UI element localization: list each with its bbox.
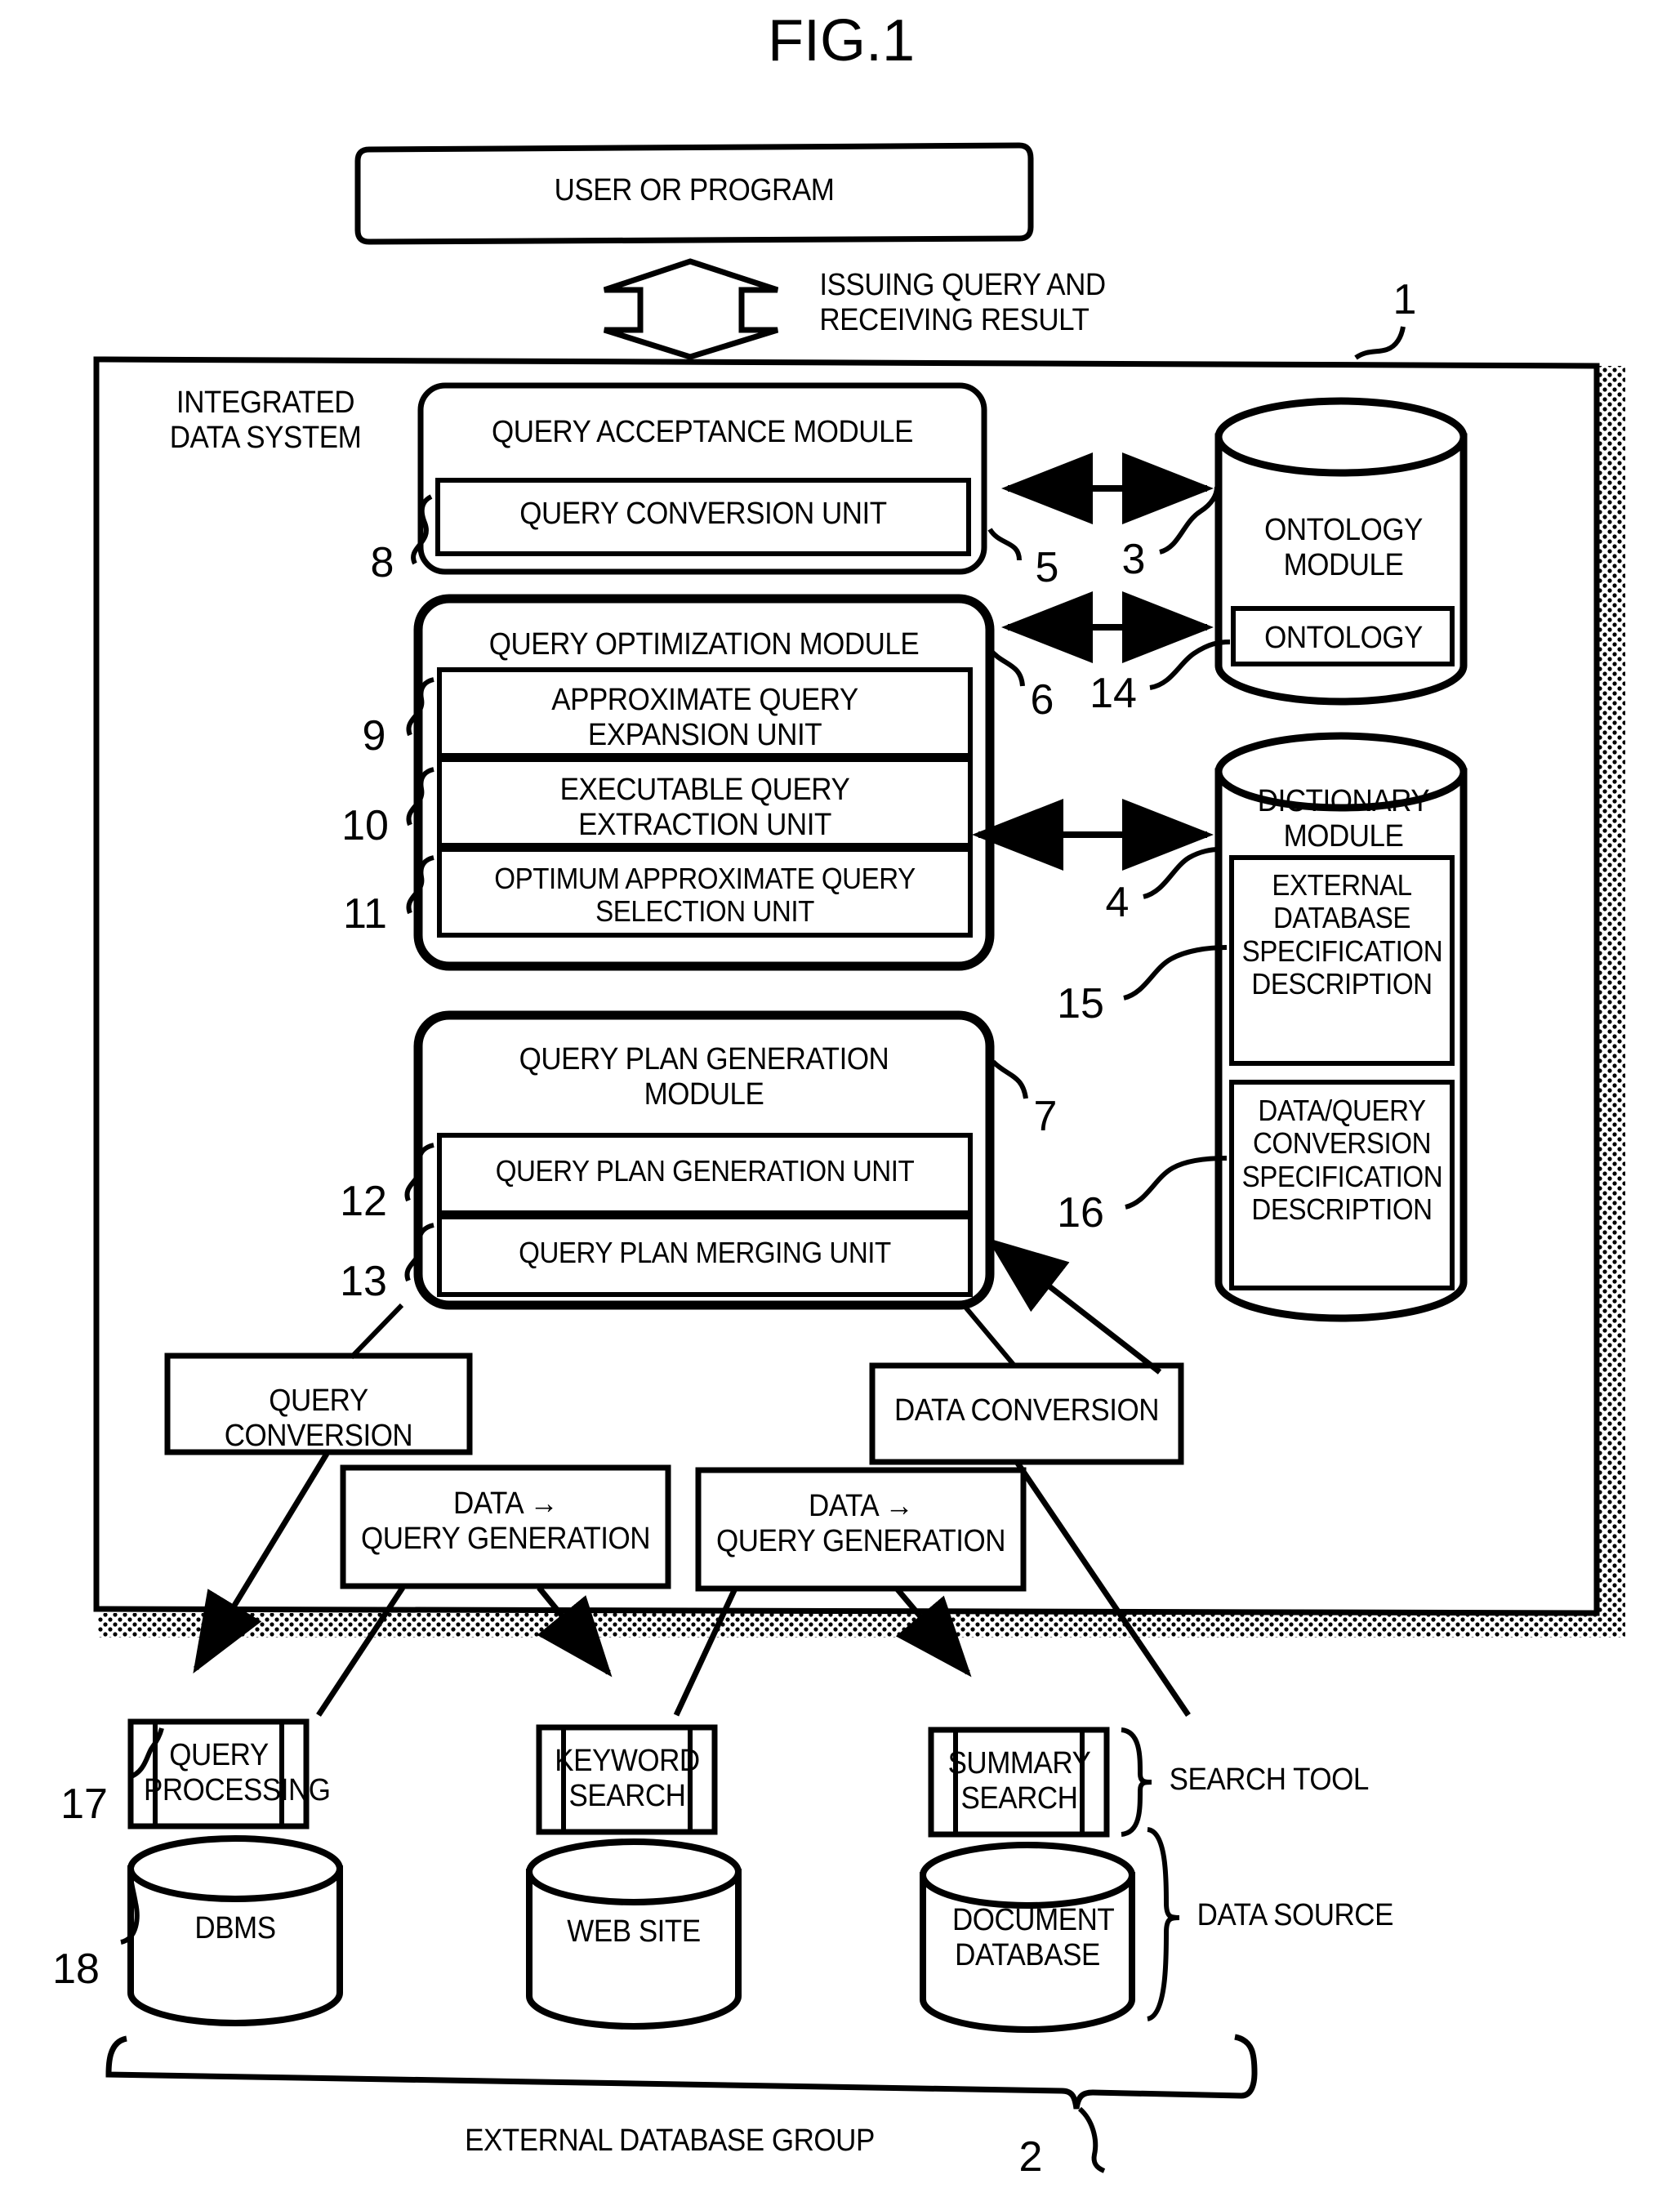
data-source-group-label: DATA SOURCE [1196,1898,1394,1932]
ontology-module-title: ONTOLOGY MODULE [1264,513,1423,582]
ref-11-label: 11 [343,890,387,938]
data-source-web-site-label: WEB SITE [567,1914,701,1949]
ref-2-label: 2 [1018,2133,1043,2181]
ref-5-label: 5 [1035,544,1059,591]
dictionary-module-title: DICTIONARY MODULE [1257,784,1430,853]
data-source-brace [1146,1827,1180,2021]
ref-3-label: 3 [1121,536,1146,583]
executable-query-extraction-unit-label: EXECUTABLE QUERY EXTRACTION UNIT [559,773,850,842]
ref-8-label: 8 [370,539,394,586]
data-query-generation-right-label: DATA → QUERY GENERATION [716,1489,1005,1558]
query-conversion-unit-label: QUERY CONVERSION UNIT [519,497,887,531]
ref-17-label: 17 [60,1780,108,1828]
query-conversion-box-label: QUERY CONVERSION [224,1384,413,1453]
ontology-inner-label: ONTOLOGY [1264,621,1423,655]
data-source-document-database-label: DOCUMENT DATABASE [952,1903,1115,1972]
query-optimization-module-title: QUERY OPTIMIZATION MODULE [488,627,920,662]
figure-canvas: FIG.1 USER OR PROGRAM ISSUING QUERY AND … [0,0,1680,2206]
query-plan-generation-unit-label: QUERY PLAN GENERATION UNIT [495,1154,915,1188]
issuing-query-double-arrow [603,258,779,360]
approximate-query-expansion-unit-label: APPROXIMATE QUERY EXPANSION UNIT [551,683,858,752]
ref-10-label: 10 [341,802,389,849]
ref-1-leader [1354,326,1406,360]
search-tool-summary-search-label: SUMMARY SEARCH [947,1746,1091,1816]
user-or-program-label: USER OR PROGRAM [554,173,835,207]
ref-9-label: 9 [362,712,386,760]
issuing-query-label: ISSUING QUERY AND RECEIVING RESULT [819,268,1106,337]
ref-15-label: 15 [1057,980,1104,1027]
external-database-group-label: EXTERNAL DATABASE GROUP [465,2124,875,2158]
external-database-group-brace [105,2034,1258,2110]
ref-16-label: 16 [1057,1189,1104,1237]
search-tool-brace [1121,1727,1152,1837]
data-source-dbms-label: DBMS [194,1911,276,1945]
query-plan-generation-module-title: QUERY PLAN GENERATION MODULE [519,1042,889,1112]
ref-6-label: 6 [1030,676,1054,724]
query-acceptance-module-frame [417,382,987,575]
query-acceptance-module-title: QUERY ACCEPTANCE MODULE [492,415,913,449]
external-database-spec-label: EXTERNAL DATABASE SPECIFICATION DESCRIPT… [1241,868,1443,1000]
optimum-approximate-query-selection-unit-label: OPTIMUM APPROXIMATE QUERY SELECTION UNIT [494,862,916,929]
search-tool-group-label: SEARCH TOOL [1169,1763,1370,1797]
data-query-generation-left-label: DATA → QUERY GENERATION [361,1486,650,1556]
ref-4-label: 4 [1105,879,1130,926]
ref-12-label: 12 [340,1178,387,1225]
data-conversion-box-label: DATA CONVERSION [894,1393,1159,1428]
data-query-conversion-spec-label: DATA/QUERY CONVERSION SPECIFICATION DESC… [1241,1094,1443,1226]
ref-13-label: 13 [340,1258,387,1305]
search-tool-query-processing-label: QUERY PROCESSING [144,1738,331,1807]
query-plan-merging-unit-label: QUERY PLAN MERGING UNIT [519,1236,891,1269]
ref-2-leader [1077,2106,1106,2173]
ref-1-label: 1 [1393,276,1417,323]
search-tool-keyword-search-label: KEYWORD SEARCH [555,1744,700,1813]
ref-7-label: 7 [1033,1093,1058,1140]
integrated-data-system-label: INTEGRATED DATA SYSTEM [169,385,362,455]
ref-14-label: 14 [1090,670,1137,717]
ref-18-label: 18 [52,1945,100,1993]
figure-title: FIG.1 [767,8,916,74]
